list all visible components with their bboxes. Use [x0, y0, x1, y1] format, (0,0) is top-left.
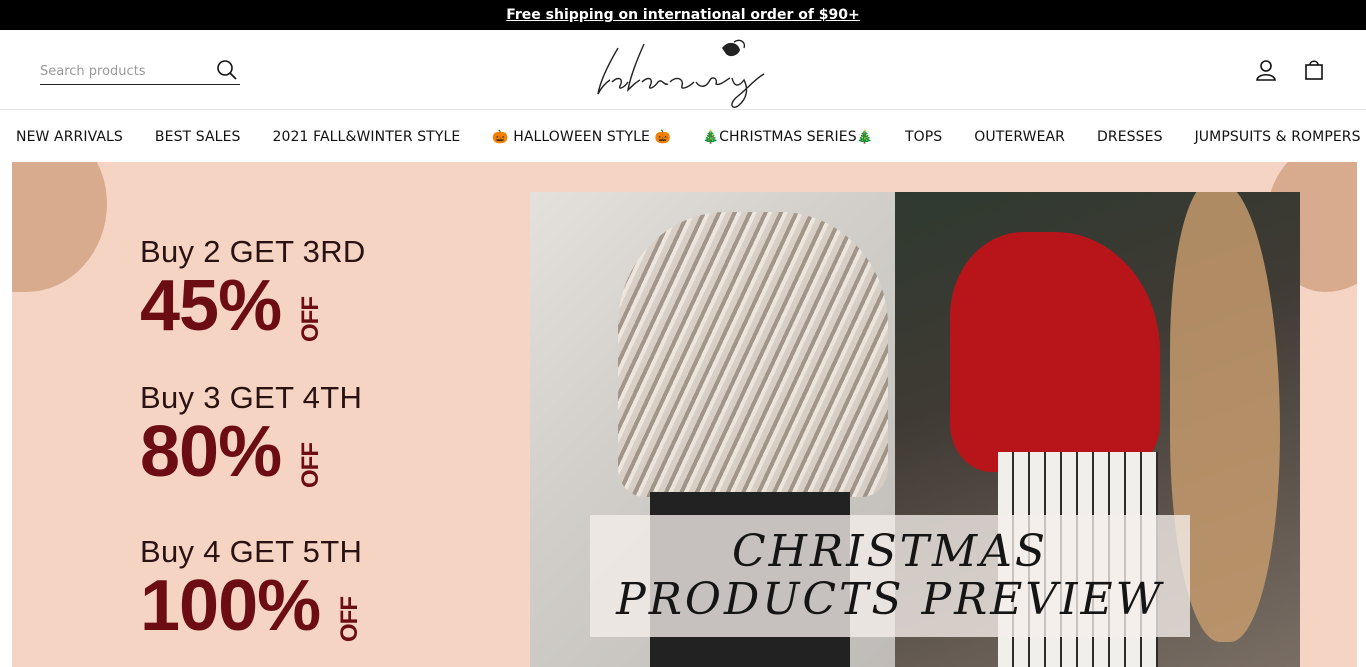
nav-item-halloween-style[interactable]: 🎃 HALLOWEEN STYLE 🎃 — [492, 129, 671, 145]
nav-item-label: OUTERWEAR — [974, 128, 1066, 145]
account-icon[interactable] — [1254, 58, 1278, 82]
sequin-blouse — [618, 212, 888, 497]
offer-suffix: OFF — [336, 597, 364, 642]
red-blouse — [950, 232, 1160, 472]
nav-item-label: JUMPSUITS & ROMPERS — [1194, 128, 1361, 145]
nav-item-label: CHRISTMAS SERIES — [719, 128, 857, 145]
pumpkin-icon: 🎃 — [654, 129, 671, 145]
nav-item-label: BEST SALES — [154, 128, 241, 145]
nav-item-jumpsuits-rompers[interactable]: JUMPSUITS & ROMPERS — [1195, 129, 1361, 145]
announcement-link[interactable]: Free shipping on international order of … — [506, 7, 860, 23]
offer-suffix: OFF — [297, 297, 325, 342]
christmas-tree-icon: 🎄 — [702, 129, 720, 145]
offer-percent: 100% OFF — [140, 566, 364, 646]
pumpkin-icon: 🎃 — [492, 129, 509, 145]
caption-line: PRODUCTS PREVIEW — [616, 574, 1164, 625]
nav-item-label: HALLOWEEN STYLE — [513, 128, 651, 145]
offer-line: Buy 2 GET 3RD — [140, 234, 366, 269]
search-icon[interactable] — [216, 59, 238, 81]
decorative-blob — [12, 162, 107, 292]
offer-block: Buy 3 GET 4TH 80% OFF — [140, 380, 368, 488]
nav-item-best-sales[interactable]: BEST SALES — [155, 129, 241, 145]
nav-item-label: TOPS — [904, 128, 943, 145]
search-input[interactable] — [40, 60, 210, 82]
offer-block: Buy 4 GET 5TH 100% OFF — [140, 534, 407, 642]
announcement-bar: Free shipping on international order of … — [0, 0, 1366, 30]
nav-item-christmas-series[interactable]: 🎄CHRISTMAS SERIES🎄 — [703, 129, 873, 145]
offer-percent: 80% OFF — [140, 412, 325, 492]
offer-block: Buy 2 GET 3RD 45% OFF — [140, 234, 368, 342]
nav-item-tops[interactable]: TOPS — [905, 129, 942, 145]
nav-item-label: 2021 FALL&WINTER STYLE — [272, 128, 461, 145]
nav-item-label: DRESSES — [1097, 128, 1163, 145]
caption-line: CHRISTMAS — [731, 526, 1048, 578]
hero-caption: CHRISTMAS PRODUCTS PREVIEW — [590, 515, 1190, 637]
nav-item-new-arrivals[interactable]: NEW ARRIVALS — [16, 129, 123, 145]
main-nav: NEW ARRIVALS BEST SALES 2021 FALL&WINTER… — [0, 111, 1366, 162]
search-box — [40, 58, 240, 85]
christmas-tree-icon: 🎄 — [856, 129, 873, 145]
offer-suffix: OFF — [297, 443, 325, 488]
logo[interactable] — [588, 30, 778, 110]
site-header — [0, 30, 1366, 110]
offer-line: Buy 3 GET 4TH — [140, 380, 363, 415]
nav-item-outerwear[interactable]: OUTERWEAR — [974, 129, 1065, 145]
nav-item-fall-winter-style[interactable]: 2021 FALL&WINTER STYLE — [273, 129, 461, 145]
frame-edge — [0, 162, 3, 667]
offer-line: Buy 4 GET 5TH — [140, 534, 363, 569]
hero-banner[interactable]: Buy 2 GET 3RD 45% OFF Buy 3 GET 4TH 80% OF… — [0, 162, 1366, 667]
nav-item-label: NEW ARRIVALS — [16, 128, 123, 145]
offer-percent: 45% OFF — [140, 266, 325, 346]
cart-icon[interactable] — [1302, 58, 1326, 82]
nav-item-dresses[interactable]: DRESSES — [1097, 129, 1163, 145]
